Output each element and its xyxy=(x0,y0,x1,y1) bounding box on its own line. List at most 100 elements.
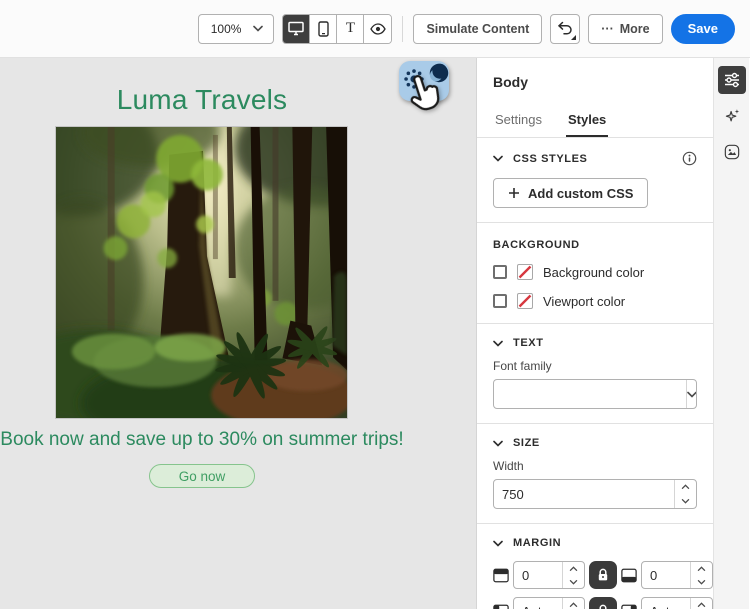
stepper-buttons xyxy=(562,598,584,609)
undo-menu-corner xyxy=(571,34,577,40)
no-color-swatch-icon[interactable] xyxy=(517,264,533,280)
go-now-button[interactable]: Go now xyxy=(149,464,255,488)
font-family-label: Font family xyxy=(493,359,552,373)
mobile-preview-button[interactable] xyxy=(310,14,338,43)
stepper-buttons xyxy=(562,562,584,588)
margin-grid xyxy=(493,561,713,609)
email-designer-app: 100% T Simulate Content ··· More Save Lu… xyxy=(0,0,750,609)
zoom-level-value: 100% xyxy=(210,21,242,36)
more-dots-icon: ··· xyxy=(601,21,614,36)
margin-right-icon xyxy=(621,604,637,609)
step-up-button[interactable] xyxy=(691,598,712,609)
more-label: More xyxy=(619,21,650,36)
save-button[interactable]: Save xyxy=(670,13,735,44)
add-custom-css-button[interactable]: Add custom CSS xyxy=(493,178,649,208)
text-label: TEXT xyxy=(513,337,544,349)
desktop-preview-button[interactable] xyxy=(283,14,311,43)
panel-header: Body Settings Styles xyxy=(477,58,713,138)
email-canvas[interactable]: Luma Travels Book now and save up to 30%… xyxy=(0,58,477,609)
section-size: SIZE Width xyxy=(477,424,713,524)
size-section-header[interactable]: SIZE xyxy=(493,437,697,449)
text-mode-icon: T xyxy=(345,20,356,36)
stepper-buttons xyxy=(690,562,712,588)
lock-icon xyxy=(597,604,609,609)
assets-rail-button[interactable] xyxy=(718,138,746,166)
margin-bottom-icon xyxy=(621,568,637,583)
lock-vertical-margins-button[interactable] xyxy=(589,561,617,589)
background-color-row[interactable]: Background color xyxy=(493,264,697,280)
simulate-content-button[interactable]: Simulate Content xyxy=(413,13,543,44)
css-styles-label: CSS STYLES xyxy=(513,152,588,165)
margin-left-field xyxy=(513,597,585,609)
step-down-button[interactable] xyxy=(675,494,696,508)
margin-section-header[interactable]: MARGIN xyxy=(493,537,697,549)
panel-tabs: Settings Styles xyxy=(493,112,697,137)
step-down-button[interactable] xyxy=(691,575,712,588)
mobile-icon xyxy=(318,20,329,37)
desktop-icon xyxy=(288,21,305,36)
lock-icon xyxy=(597,568,609,582)
background-label: BACKGROUND xyxy=(493,239,580,251)
top-toolbar: 100% T Simulate Content ··· More Save xyxy=(0,0,750,58)
tab-settings[interactable]: Settings xyxy=(493,112,544,137)
css-styles-header[interactable]: CSS STYLES xyxy=(493,151,697,166)
margin-left-input[interactable] xyxy=(514,598,562,609)
tab-styles[interactable]: Styles xyxy=(566,112,608,137)
promo-text[interactable]: Book now and save up to 30% on summer tr… xyxy=(0,429,404,451)
viewport-color-label: Viewport color xyxy=(543,293,626,309)
margin-bottom-input[interactable] xyxy=(642,562,690,588)
main-area: Luma Travels Book now and save up to 30%… xyxy=(0,58,750,609)
step-up-button[interactable] xyxy=(563,598,584,609)
right-rail xyxy=(713,58,749,609)
more-button[interactable]: ··· More xyxy=(588,13,663,44)
background-color-label: Background color xyxy=(543,264,645,280)
chevron-down-icon xyxy=(493,340,503,347)
undo-button[interactable] xyxy=(550,13,581,44)
forest-image-art xyxy=(56,127,347,418)
chevron-down-icon xyxy=(493,540,503,547)
font-family-select[interactable] xyxy=(493,379,697,409)
step-down-button[interactable] xyxy=(563,575,584,588)
step-up-button[interactable] xyxy=(563,562,584,575)
preview-mode-group: T xyxy=(282,13,393,44)
margin-top-field xyxy=(513,561,585,589)
section-background: BACKGROUND Background color Viewport col… xyxy=(477,223,713,324)
properties-panel: Body Settings Styles CSS STYLES Add cust… xyxy=(477,58,713,609)
font-family-input[interactable] xyxy=(494,380,686,408)
asset-badge-icon xyxy=(723,143,741,161)
margin-label: MARGIN xyxy=(513,537,562,549)
step-up-button[interactable] xyxy=(691,562,712,575)
width-stepper-buttons xyxy=(674,480,696,508)
text-section-header[interactable]: TEXT xyxy=(493,337,697,349)
background-color-checkbox[interactable] xyxy=(493,265,507,279)
margin-right-input[interactable] xyxy=(642,598,690,609)
margin-top-input[interactable] xyxy=(514,562,562,588)
add-custom-css-label: Add custom CSS xyxy=(528,185,634,201)
margin-top-icon xyxy=(493,568,509,583)
lock-horizontal-margins-button[interactable] xyxy=(589,597,617,609)
zoom-level-dropdown[interactable]: 100% xyxy=(197,13,275,44)
text-preview-button[interactable]: T xyxy=(337,14,365,43)
info-icon[interactable] xyxy=(682,151,697,166)
section-text: TEXT Font family xyxy=(477,324,713,424)
width-input[interactable] xyxy=(494,480,674,508)
size-label: SIZE xyxy=(513,437,540,449)
section-css-styles: CSS STYLES Add custom CSS xyxy=(477,138,713,223)
width-label: Width xyxy=(493,459,524,473)
preview-eye-button[interactable] xyxy=(364,14,392,43)
margin-left-icon xyxy=(493,604,509,609)
chevron-down-icon xyxy=(253,25,264,32)
viewport-color-checkbox[interactable] xyxy=(493,294,507,308)
chevron-down-icon[interactable] xyxy=(686,380,696,408)
ai-assistant-rail-button[interactable] xyxy=(718,102,746,130)
panel-title: Body xyxy=(493,74,528,90)
margin-bottom-field xyxy=(641,561,713,589)
forest-image[interactable] xyxy=(55,126,348,419)
sliders-icon xyxy=(723,71,741,89)
step-up-button[interactable] xyxy=(675,480,696,494)
margin-right-field xyxy=(641,597,713,609)
email-heading[interactable]: Luma Travels xyxy=(0,84,404,116)
no-color-swatch-icon[interactable] xyxy=(517,293,533,309)
viewport-color-row[interactable]: Viewport color xyxy=(493,293,697,309)
properties-rail-button[interactable] xyxy=(717,66,746,94)
